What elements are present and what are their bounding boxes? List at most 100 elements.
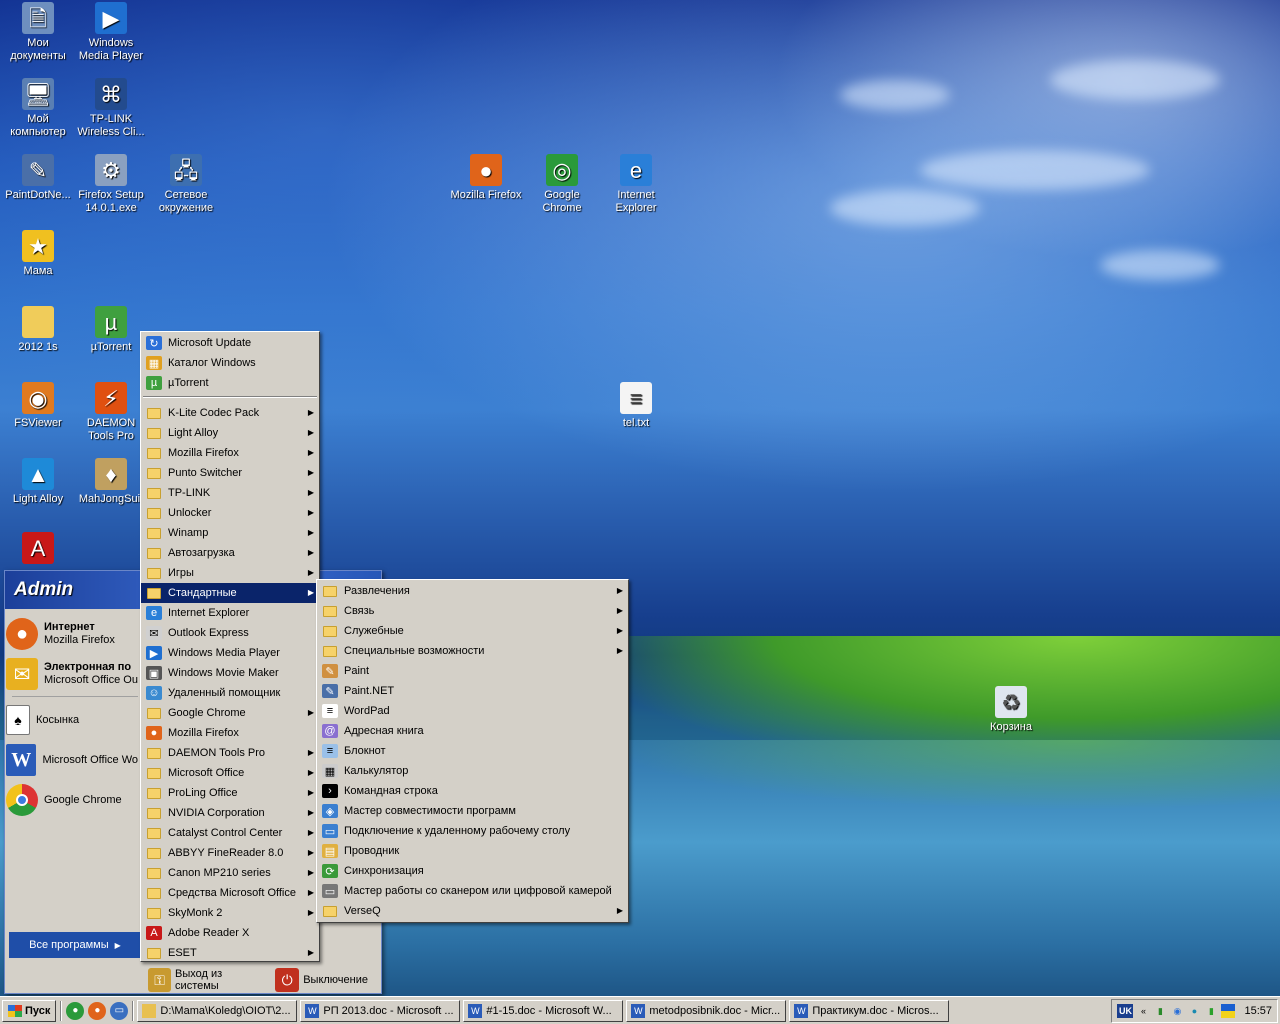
programs-menu-item[interactable]: ↻ Microsoft Update bbox=[141, 333, 319, 353]
desktop-icon-15[interactable]: ● Mozilla Firefox bbox=[448, 154, 524, 202]
accessories-menu-item[interactable]: Специальные возможности ▶ bbox=[317, 641, 628, 661]
desktop-icon-12[interactable]: ▲ Light Alloy bbox=[0, 458, 76, 506]
programs-menu-item[interactable]: ProLing Office ▶ bbox=[141, 783, 319, 803]
start-button[interactable]: Пуск bbox=[2, 999, 57, 1022]
accessories-menu-item[interactable]: ◈ Мастер совместимости программ bbox=[317, 801, 628, 821]
pinned-internet[interactable]: ● Интернет Mozilla Firefox bbox=[6, 616, 138, 652]
desktop-icon-6[interactable]: 🖧 Сетевое окружение bbox=[148, 154, 224, 215]
desktop-icon-1[interactable]: ▶ Windows Media Player bbox=[73, 2, 149, 63]
desktop-icon-16[interactable]: ◎ Google Chrome bbox=[524, 154, 600, 215]
taskbar-window-button[interactable]: W РП 2013.doc - Microsoft ... bbox=[300, 999, 461, 1022]
taskbar-window-button[interactable]: Wmetodposibnik.doc - Micr... bbox=[626, 999, 787, 1022]
programs-menu-item[interactable]: TP-LINK ▶ bbox=[141, 483, 319, 503]
desktop-icon-18[interactable]: ≡ tel.txt bbox=[598, 382, 674, 430]
desktop-icon-0[interactable]: 🗎 Мои документы bbox=[0, 2, 76, 63]
programs-menu-item[interactable]: ▣ Windows Movie Maker bbox=[141, 663, 319, 683]
programs-menu-item[interactable]: Punto Switcher ▶ bbox=[141, 463, 319, 483]
desktop-icon-13[interactable]: ♦ MahJongSuit bbox=[73, 458, 149, 506]
menu-item-label: µTorrent bbox=[168, 377, 209, 389]
accessories-menu-item[interactable]: Служебные ▶ bbox=[317, 621, 628, 641]
programs-menu-item[interactable]: Mozilla Firefox ▶ bbox=[141, 443, 319, 463]
network-icon[interactable]: ◉ bbox=[1170, 1004, 1184, 1018]
taskbar-window-button[interactable]: W Практикум.doc - Micros... bbox=[789, 999, 950, 1022]
recent-solitaire[interactable]: ♠ Косынка bbox=[6, 702, 138, 738]
programs-menu-item[interactable]: ▦ Каталог Windows bbox=[141, 353, 319, 373]
folder-icon bbox=[146, 466, 162, 480]
accessories-menu-item[interactable]: ⟳ Синхронизация bbox=[317, 861, 628, 881]
desktop-icon-4[interactable]: ✎ PaintDotNe... bbox=[0, 154, 76, 202]
accessories-menu-item[interactable]: ≡ Блокнот bbox=[317, 741, 628, 761]
accessories-menu-item[interactable]: ≡ WordPad bbox=[317, 701, 628, 721]
programs-menu-item[interactable]: ▶ Windows Media Player bbox=[141, 643, 319, 663]
programs-menu-item[interactable]: Google Chrome ▶ bbox=[141, 703, 319, 723]
programs-menu-item[interactable]: e Internet Explorer bbox=[141, 603, 319, 623]
accessories-menu-item[interactable]: Развлечения ▶ bbox=[317, 581, 628, 601]
desktop-icon-17[interactable]: e Internet Explorer bbox=[598, 154, 674, 215]
desktop-icon-3[interactable]: ⌘ TP-LINK Wireless Cli... bbox=[73, 78, 149, 139]
menu-item-label: Canon MP210 series bbox=[168, 867, 271, 879]
accessories-menu-item[interactable]: ✎ Paint bbox=[317, 661, 628, 681]
programs-menu-item[interactable]: Стандартные ▶ bbox=[141, 583, 319, 603]
signal-bars-icon[interactable]: ▮ bbox=[1204, 1004, 1218, 1018]
programs-menu-item[interactable]: ✉ Outlook Express bbox=[141, 623, 319, 643]
programs-menu-item[interactable]: µ µTorrent bbox=[141, 373, 319, 393]
programs-menu-item[interactable]: Winamp ▶ bbox=[141, 523, 319, 543]
accessories-menu-item[interactable]: › Командная строка bbox=[317, 781, 628, 801]
programs-menu-item[interactable]: ESET ▶ bbox=[141, 943, 319, 963]
desktop-icon-14[interactable]: A bbox=[0, 532, 76, 567]
programs-menu-item[interactable]: ● Mozilla Firefox bbox=[141, 723, 319, 743]
eset-icon[interactable]: ● bbox=[1187, 1004, 1201, 1018]
accessories-menu-item[interactable]: ▭ Подключение к удаленному рабочему столу bbox=[317, 821, 628, 841]
programs-menu-item[interactable]: SkyMonk 2 ▶ bbox=[141, 903, 319, 923]
chrome-icon[interactable]: ● bbox=[66, 1001, 85, 1020]
programs-menu-item[interactable]: Автозагрузка ▶ bbox=[141, 543, 319, 563]
accessories-menu-item[interactable]: ▭ Мастер работы со сканером или цифровой … bbox=[317, 881, 628, 901]
accessories-menu-item[interactable]: VerseQ ▶ bbox=[317, 901, 628, 921]
programs-menu-item[interactable]: Canon MP210 series ▶ bbox=[141, 863, 319, 883]
programs-menu-item[interactable]: ☺ Удаленный помощник bbox=[141, 683, 319, 703]
desktop-icon-9[interactable]: µ µTorrent bbox=[73, 306, 149, 354]
accessories-menu-item[interactable]: ▦ Калькулятор bbox=[317, 761, 628, 781]
accessories-menu-item[interactable]: ▤ Проводник bbox=[317, 841, 628, 861]
taskbar-buttons: D:\Mama\Koledg\OIOT\2... W РП 2013.doc - M… bbox=[134, 999, 950, 1022]
all-programs-button[interactable]: Все программы ▶ bbox=[9, 932, 141, 958]
shutdown-button[interactable]: ⏻ Выключение bbox=[275, 968, 368, 992]
desktop-icon-11[interactable]: ⚡ DAEMON Tools Pro bbox=[73, 382, 149, 443]
adobe-reader-icon: A bbox=[22, 532, 54, 564]
taskbar-window-button[interactable]: W #1-15.doc - Microsoft W... bbox=[463, 999, 624, 1022]
desktop-icon-label: Internet Explorer bbox=[615, 189, 657, 214]
desktop-icon-10[interactable]: ◉ FSViewer bbox=[0, 382, 76, 430]
programs-menu-item[interactable]: NVIDIA Corporation ▶ bbox=[141, 803, 319, 823]
programs-menu-item[interactable]: A Adobe Reader X bbox=[141, 923, 319, 943]
taskbar-window-button[interactable]: D:\Mama\Koledg\OIOT\2... bbox=[137, 999, 298, 1022]
recent-chrome[interactable]: Google Chrome bbox=[6, 782, 138, 818]
logoff-button[interactable]: ⚿ Выход из системы bbox=[148, 968, 265, 992]
programs-menu-item[interactable]: K-Lite Codec Pack ▶ bbox=[141, 403, 319, 423]
programs-menu-item[interactable]: DAEMON Tools Pro ▶ bbox=[141, 743, 319, 763]
clock[interactable]: 15:57 bbox=[1244, 1005, 1272, 1017]
programs-menu-item[interactable]: Microsoft Office ▶ bbox=[141, 763, 319, 783]
programs-menu-item[interactable]: Средства Microsoft Office ▶ bbox=[141, 883, 319, 903]
language-indicator[interactable]: UK bbox=[1117, 1004, 1134, 1018]
programs-menu-item[interactable]: Catalyst Control Center ▶ bbox=[141, 823, 319, 843]
accessories-menu-item[interactable]: @ Адресная книга bbox=[317, 721, 628, 741]
accessories-menu-item[interactable]: Связь ▶ bbox=[317, 601, 628, 621]
arrow-right-icon: ▶ bbox=[307, 948, 314, 957]
desktop-icon-5[interactable]: ⚙ Firefox Setup 14.0.1.exe bbox=[73, 154, 149, 215]
programs-menu-item[interactable]: ABBYY FineReader 8.0 ▶ bbox=[141, 843, 319, 863]
recent-word[interactable]: W Microsoft Office Wo bbox=[6, 742, 138, 778]
show-desktop-icon[interactable]: ▭ bbox=[110, 1001, 129, 1020]
desktop-icon-2[interactable]: 🖥 Мой компьютер bbox=[0, 78, 76, 139]
desktop-icon-8[interactable]: 2012 1s bbox=[0, 306, 76, 354]
desktop-icon-19[interactable]: ♻ Корзина bbox=[973, 686, 1049, 734]
wifi-signal-icon[interactable]: ▮ bbox=[1153, 1004, 1167, 1018]
programs-menu-item[interactable]: Игры ▶ bbox=[141, 563, 319, 583]
programs-menu-item[interactable]: Light Alloy ▶ bbox=[141, 423, 319, 443]
firefox-icon[interactable]: ● bbox=[88, 1001, 107, 1020]
desktop-icon-7[interactable]: ★ Мама bbox=[0, 230, 76, 278]
expand-tray-button[interactable]: « bbox=[1136, 1004, 1150, 1018]
pinned-email[interactable]: ✉ Электронная по Microsoft Office Ou bbox=[6, 656, 138, 692]
programs-menu-item[interactable]: Unlocker ▶ bbox=[141, 503, 319, 523]
accessories-menu-item[interactable]: ✎ Paint.NET bbox=[317, 681, 628, 701]
ukraine-flag-icon[interactable] bbox=[1221, 1004, 1236, 1018]
